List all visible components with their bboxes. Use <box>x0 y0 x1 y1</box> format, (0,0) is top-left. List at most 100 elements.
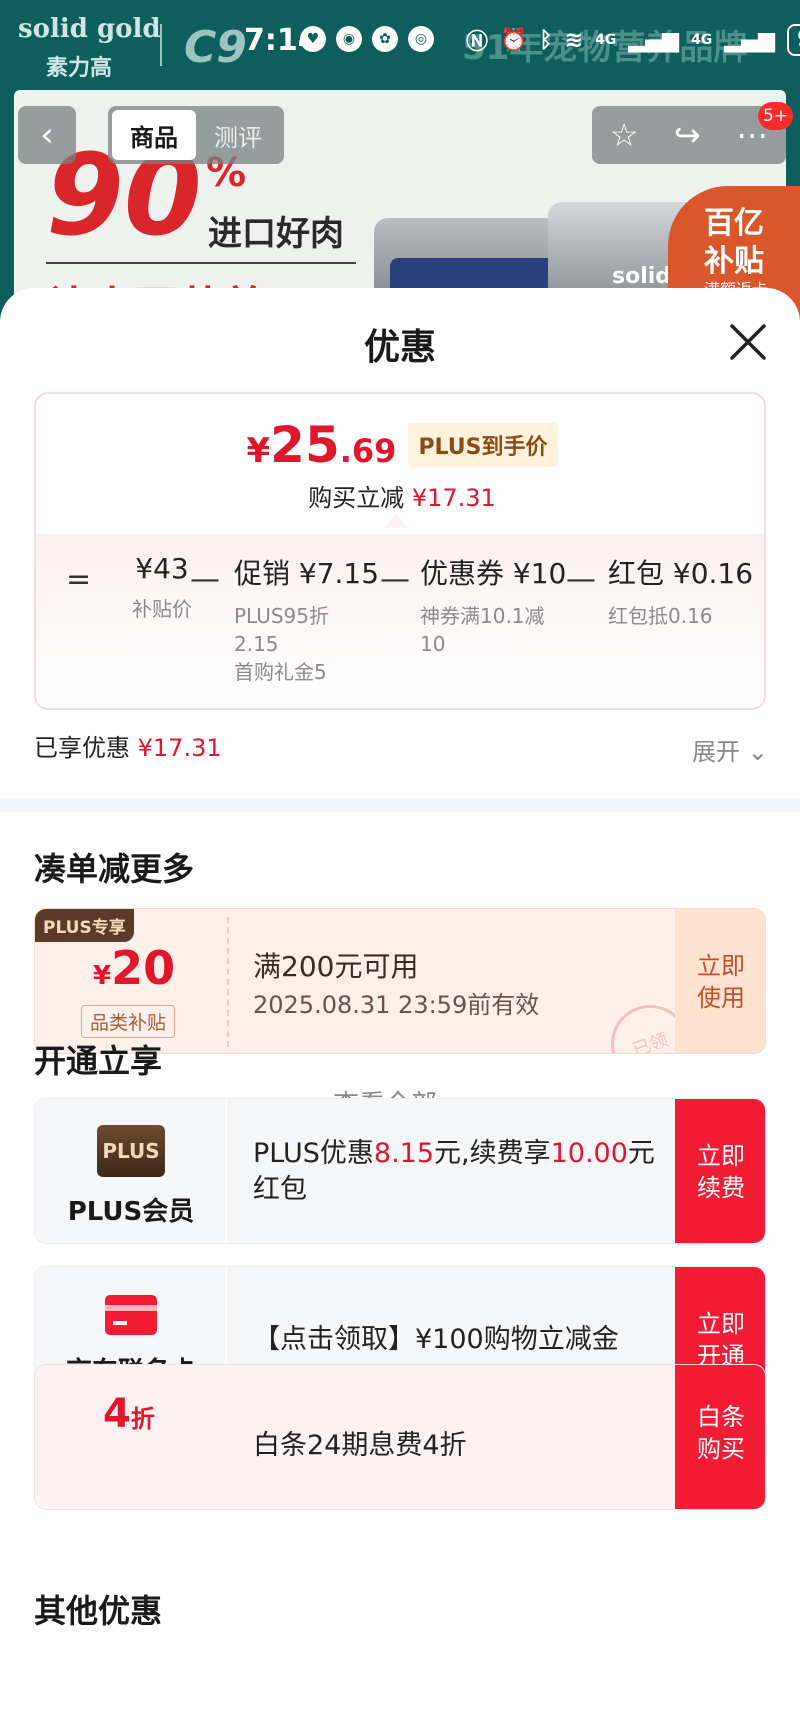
wifi-icon: ≋ <box>564 27 584 53</box>
more-section-title: 凑单减更多 <box>34 850 195 888</box>
coupon-amount-value: 20 <box>111 941 176 995</box>
credit-card-icon <box>105 1295 157 1335</box>
brand-logo: solid gold <box>18 14 161 44</box>
headline-divider <box>46 262 356 264</box>
close-icon <box>730 324 766 360</box>
coupon-category: 品类补贴 <box>81 1005 176 1038</box>
renew-line1: 立即 <box>697 1142 745 1170</box>
alarm-icon: ⏰ <box>500 27 528 53</box>
other-section-title: 其他优惠 <box>34 1592 163 1630</box>
expand-label: 展开 <box>692 738 740 766</box>
minus-sign-2: — <box>380 562 410 597</box>
promo-value: 促销 ¥7.15 <box>234 557 380 590</box>
breakdown-promo: 促销 ¥7.15 PLUS95折 2.15 首购礼金5 <box>234 552 384 686</box>
use-coupon-button[interactable]: 立即 使用 <box>675 909 765 1053</box>
headline-text: 进口好肉 <box>208 214 344 254</box>
expand-button[interactable]: 展开 ⌄ <box>692 732 768 767</box>
equals-sign: = <box>66 562 92 597</box>
section-divider <box>0 798 800 812</box>
baitiao-offer-card[interactable]: 4折 白条24期息费4折 白条 购买 <box>34 1364 766 1510</box>
coupon-amount: ¥20 <box>93 941 175 995</box>
enjoyed-amount: ¥17.31 <box>137 734 222 762</box>
plus-logo-icon: PLUS <box>97 1125 165 1177</box>
baitiao-line2: 购买 <box>697 1435 745 1463</box>
plus-redpacket-amount: 10.00 <box>550 1138 628 1169</box>
notification-app-icon: ♥ <box>300 26 326 52</box>
plus-coupon-card[interactable]: PLUS专享 ¥20 品类补贴 满200元可用 2025.08.31 23:59… <box>34 908 766 1054</box>
notification-app-icon-3: ◎ <box>408 26 434 52</box>
use-coupon-line2: 使用 <box>697 984 745 1012</box>
plus-price-tag: PLUS到手价 <box>408 423 558 467</box>
nfc-icon: Ⓝ <box>466 30 489 55</box>
baitiao-discount-value: 4 <box>103 1391 131 1437</box>
minus-sign-3: — <box>566 562 596 597</box>
brand-logo-cn: 素力高 <box>46 56 113 81</box>
breakdown-coupon: 优惠券 ¥10 神券满10.1减 10 <box>420 552 570 658</box>
plus-saving-amount: 8.15 <box>373 1138 435 1169</box>
signal-icon-1: 4G <box>595 32 617 48</box>
system-status-icons: Ⓝ ⏰ ᛒ ≋ 4G ▂▄▆ 4G ▂▄▆ 97 <box>466 24 800 56</box>
promo-note-plus-amount: 2.15 <box>234 632 279 656</box>
price-notch <box>384 514 408 528</box>
base-price-note: 补贴价 <box>132 597 192 621</box>
renew-plus-button[interactable]: 立即 续费 <box>675 1099 765 1243</box>
brand-divider <box>160 24 162 66</box>
breakdown-redpacket: 红包 ¥0.16 红包抵0.16 <box>608 552 758 630</box>
back-button[interactable]: ‹ <box>18 106 76 164</box>
baitiao-text: 白条24期息费4折 <box>253 1430 467 1461</box>
price-breakdown: = ¥43 补贴价 — 促销 ¥7.15 PLUS95折 2.15 首购礼金5 … <box>36 552 768 702</box>
price-decimal: .69 <box>339 432 397 470</box>
final-price: ¥ 25 .69 PLUS到手价 <box>36 416 768 474</box>
tab-product[interactable]: 商品 <box>112 110 196 160</box>
close-button[interactable] <box>722 316 774 368</box>
coupon-note-amount: 10 <box>420 632 446 656</box>
use-coupon-line1: 立即 <box>697 952 745 980</box>
promo-note-first: 首购礼金5 <box>234 660 327 684</box>
battery-indicator: 97 <box>787 24 800 56</box>
favorite-star-icon[interactable]: ☆ <box>610 116 639 154</box>
coupon-divider <box>227 917 229 1047</box>
renew-line2: 续费 <box>697 1174 745 1202</box>
redpacket-note: 红包抵0.16 <box>608 604 713 628</box>
signal-icon-2: 4G <box>691 32 713 48</box>
baitiao-discount: 4折 <box>103 1391 155 1437</box>
plus-member-text: PLUS优惠8.15元,续费享10.00元红包 <box>253 1099 659 1243</box>
promo-notes: PLUS95折 2.15 首购礼金5 <box>234 602 384 686</box>
plus-member-card[interactable]: PLUS PLUS会员 PLUS优惠8.15元,续费享10.00元红包 立即 续… <box>34 1098 766 1244</box>
baitiao-line1: 白条 <box>697 1403 745 1431</box>
bluetooth-icon: ᛒ <box>539 27 553 53</box>
plus-text-c: 元,续费享 <box>434 1138 551 1169</box>
enjoyed-label: 已享优惠 <box>34 734 130 762</box>
coupon-note: 神券满10.1减 <box>420 604 545 628</box>
qq-icon: ◉ <box>336 26 362 52</box>
enjoyed-discount: 已享优惠 ¥17.31 <box>34 728 222 763</box>
share-icon[interactable]: ↪ <box>674 116 701 154</box>
promo-note-plus: PLUS95折 <box>234 604 329 628</box>
open-card-line1: 立即 <box>697 1310 745 1338</box>
nav-actions: ☆ ↪ ⋯ <box>592 106 786 164</box>
price-symbol: ¥ <box>246 431 271 471</box>
price-summary-card: ¥ 25 .69 PLUS到手价 购买立减 ¥17.31 = ¥43 补贴价 —… <box>34 392 766 710</box>
chevron-down-icon: ⌄ <box>747 738 768 766</box>
signal-bars-icon: ▂▄▆ <box>628 27 680 53</box>
sheet-title: 优惠 <box>363 327 436 368</box>
coupon-expiry: 2025.08.31 23:59前有效 <box>253 991 540 1019</box>
plus-member-brand: PLUS PLUS会员 <box>35 1099 227 1243</box>
notification-icons: ♥ ◉ ✿ ◎ <box>300 26 434 52</box>
coupon-condition: 满200元可用 <box>253 950 419 983</box>
coupon-notes: 神券满10.1减 10 <box>420 602 570 658</box>
plus-member-name: PLUS会员 <box>67 1197 195 1227</box>
baitiao-buy-button[interactable]: 白条 购买 <box>675 1365 765 1509</box>
nav-tabs: 商品 测评 <box>108 106 284 164</box>
redpacket-value: 红包 ¥0.16 <box>608 557 754 590</box>
coupon-amount-area: PLUS专享 ¥20 品类补贴 <box>35 909 227 1053</box>
instant-discount: 购买立减 ¥17.31 <box>36 478 768 513</box>
tab-review[interactable]: 测评 <box>196 110 280 160</box>
promo-logo: C9 <box>184 22 247 73</box>
instant-discount-label: 购买立减 <box>308 484 405 512</box>
badge-line2: 补贴 <box>704 244 764 279</box>
message-badge: 5+ <box>758 102 794 130</box>
instant-discount-amount: ¥17.31 <box>411 484 496 512</box>
coupon-value: 优惠券 ¥10 <box>420 557 567 590</box>
notification-app-icon-2: ✿ <box>372 26 398 52</box>
